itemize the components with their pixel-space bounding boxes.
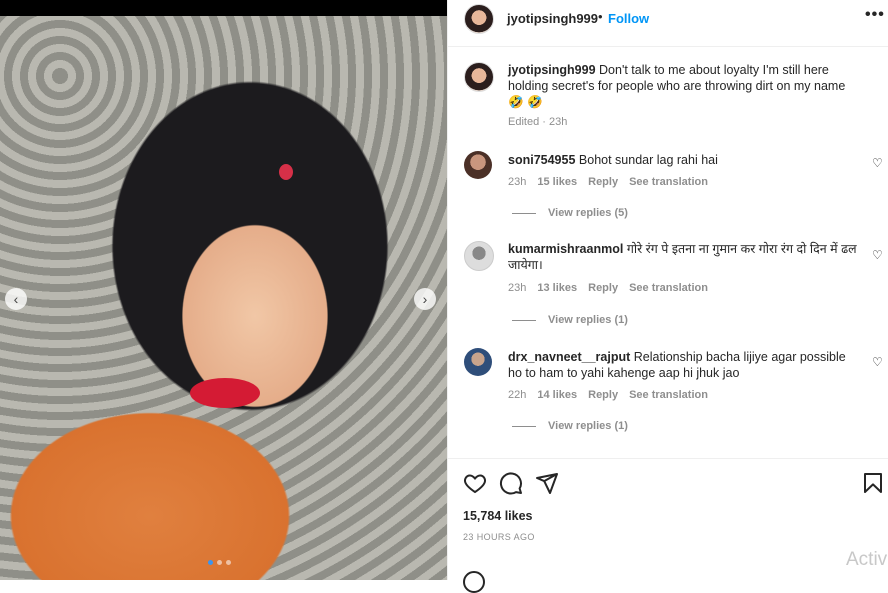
post-media: ‹ ›	[0, 0, 447, 580]
post-photo	[0, 16, 447, 580]
view-replies-label: View replies (1)	[548, 314, 628, 326]
comment-like-heart-icon[interactable]: ♡	[872, 355, 883, 369]
comment-time: 22h	[508, 389, 527, 401]
carousel-prev-button[interactable]: ‹	[5, 288, 27, 310]
more-options-icon[interactable]: •••	[865, 6, 885, 24]
save-bookmark-icon[interactable]	[861, 471, 885, 495]
comment-likes[interactable]: 13 likes	[537, 282, 577, 294]
comment-reply-button[interactable]: Reply	[588, 176, 618, 188]
view-replies-line	[512, 212, 536, 214]
commenter-avatar[interactable]	[464, 151, 492, 179]
comment-meta: 23h 15 likes Reply See translation	[508, 176, 708, 188]
post-time: 23 HOURS AGO	[463, 532, 535, 542]
carousel-next-button[interactable]: ›	[414, 288, 436, 310]
carousel-indicator	[208, 560, 231, 565]
comment-username[interactable]: kumarmishraanmol	[508, 242, 623, 256]
comment-bubble-icon[interactable]	[499, 471, 523, 495]
emoji-icon[interactable]	[463, 571, 485, 593]
post-header: jyotipsingh999 • Follow •••	[448, 0, 888, 47]
author-avatar[interactable]	[464, 4, 494, 34]
post-actions: 15,784 likes 23 HOURS AGO Activ	[448, 458, 888, 593]
see-translation-button[interactable]: See translation	[629, 282, 708, 294]
header-separator: •	[598, 9, 603, 24]
carousel-dot	[226, 560, 231, 565]
author-username[interactable]: jyotipsingh999	[507, 11, 598, 26]
comment-body: drx_navneet__rajput Relationship bacha l…	[508, 349, 858, 381]
like-count[interactable]: 15,784 likes	[463, 509, 533, 523]
comment-meta: 22h 14 likes Reply See translation	[508, 389, 708, 401]
view-replies-label: View replies (5)	[548, 207, 628, 219]
share-send-icon[interactable]	[535, 471, 559, 495]
see-translation-button[interactable]: See translation	[629, 389, 708, 401]
like-heart-icon[interactable]	[463, 471, 487, 495]
comment-likes[interactable]: 15 likes	[537, 176, 577, 188]
carousel-dot	[208, 560, 213, 565]
caption-avatar[interactable]	[464, 62, 494, 92]
comment-text: Bohot sundar lag rahi hai	[578, 153, 718, 167]
commenter-avatar[interactable]	[464, 241, 494, 271]
comment-body: soni754955 Bohot sundar lag rahi hai	[508, 152, 858, 168]
caption-body: jyotipsingh999 Don't talk to me about lo…	[508, 62, 858, 110]
caption-meta: Edited · 23h	[508, 116, 567, 128]
caption-username[interactable]: jyotipsingh999	[508, 63, 596, 77]
photo-detail-bindi	[279, 164, 293, 180]
view-replies-label: View replies (1)	[548, 420, 628, 432]
carousel-dot	[217, 560, 222, 565]
caption-edited-time: Edited · 23h	[508, 116, 568, 128]
comment-like-heart-icon[interactable]: ♡	[872, 248, 883, 262]
media-top-bar	[0, 0, 447, 16]
post-side-panel: jyotipsingh999 • Follow ••• jyotipsingh9…	[447, 0, 888, 593]
comment-reply-button[interactable]: Reply	[588, 389, 618, 401]
comment-like-heart-icon[interactable]: ♡	[872, 156, 883, 170]
view-replies-line	[512, 319, 536, 321]
commenter-avatar[interactable]	[464, 348, 492, 376]
comment-body: kumarmishraanmol गोरे रंग पे इतना ना गुम…	[508, 241, 858, 273]
comment-time: 23h	[508, 282, 527, 294]
see-translation-button[interactable]: See translation	[629, 176, 708, 188]
view-replies-button[interactable]: View replies (1)	[512, 314, 628, 326]
follow-button[interactable]: Follow	[608, 11, 649, 26]
comment-username[interactable]: soni754955	[508, 153, 575, 167]
comment-time: 23h	[508, 176, 527, 188]
comment-username[interactable]: drx_navneet__rajput	[508, 350, 630, 364]
activation-watermark: Activ	[846, 549, 888, 570]
view-replies-button[interactable]: View replies (1)	[512, 420, 628, 432]
view-replies-line	[512, 425, 536, 427]
photo-detail-lips	[190, 378, 260, 408]
view-replies-button[interactable]: View replies (5)	[512, 207, 628, 219]
comment-likes[interactable]: 14 likes	[537, 389, 577, 401]
comment-meta: 23h 13 likes Reply See translation	[508, 282, 708, 294]
comment-reply-button[interactable]: Reply	[588, 282, 618, 294]
